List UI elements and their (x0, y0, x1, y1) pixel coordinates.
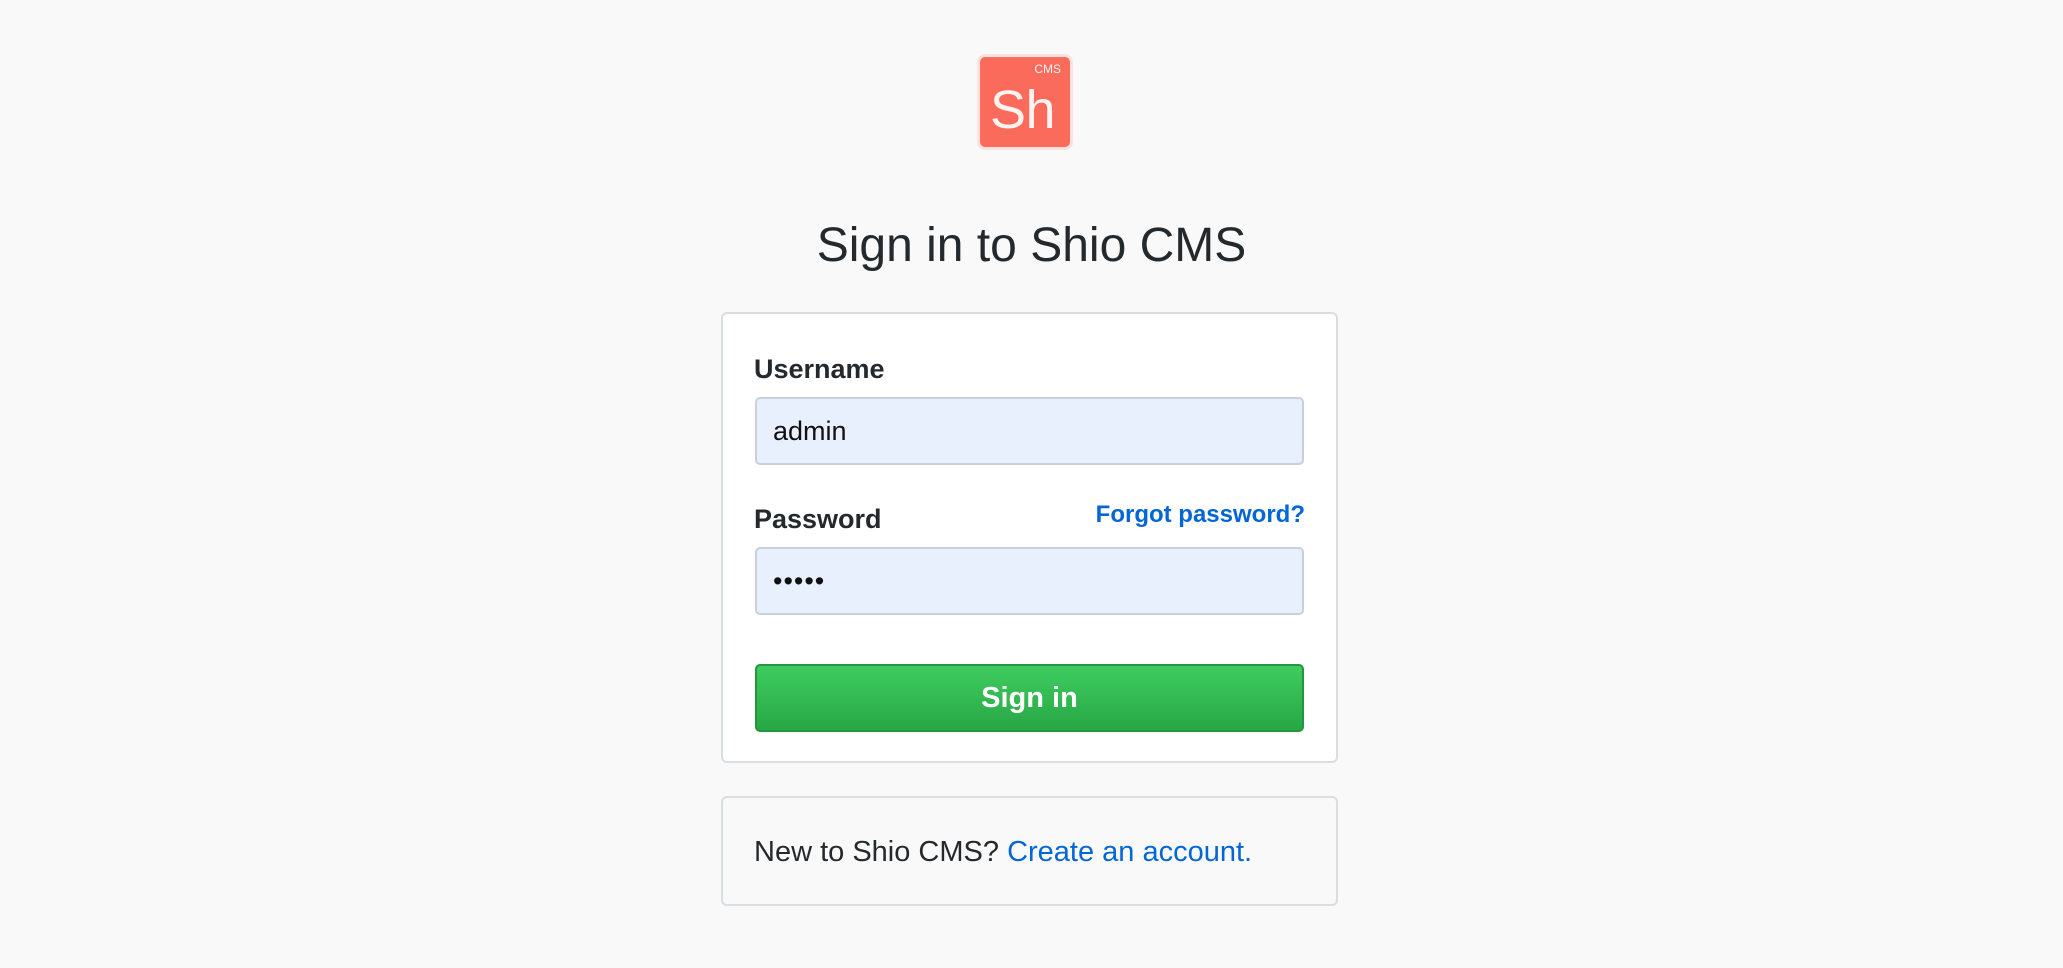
forgot-password-link[interactable]: Forgot password? (1096, 499, 1305, 531)
create-account-box: New to Shio CMS? Create an account. (721, 796, 1338, 906)
login-page: CMS Sh Sign in to Shio CMS Username Pass… (0, 0, 2063, 968)
sign-in-button[interactable]: Sign in (755, 664, 1304, 732)
login-form: Username Password Forgot password? Sign … (721, 312, 1338, 763)
page-title: Sign in to Shio CMS (816, 219, 1247, 272)
create-account-line: New to Shio CMS? Create an account. (754, 834, 1252, 870)
shio-cms-logo: CMS Sh (977, 54, 1073, 150)
logo-mark: Sh (990, 80, 1056, 140)
create-account-link[interactable]: Create an account. (1007, 836, 1252, 868)
logo-tag: CMS (1034, 62, 1061, 76)
password-input[interactable] (755, 547, 1304, 615)
password-label: Password (754, 504, 882, 534)
username-input[interactable] (755, 397, 1304, 465)
create-account-prompt: New to Shio CMS? (754, 836, 999, 868)
username-label: Username (754, 354, 885, 384)
